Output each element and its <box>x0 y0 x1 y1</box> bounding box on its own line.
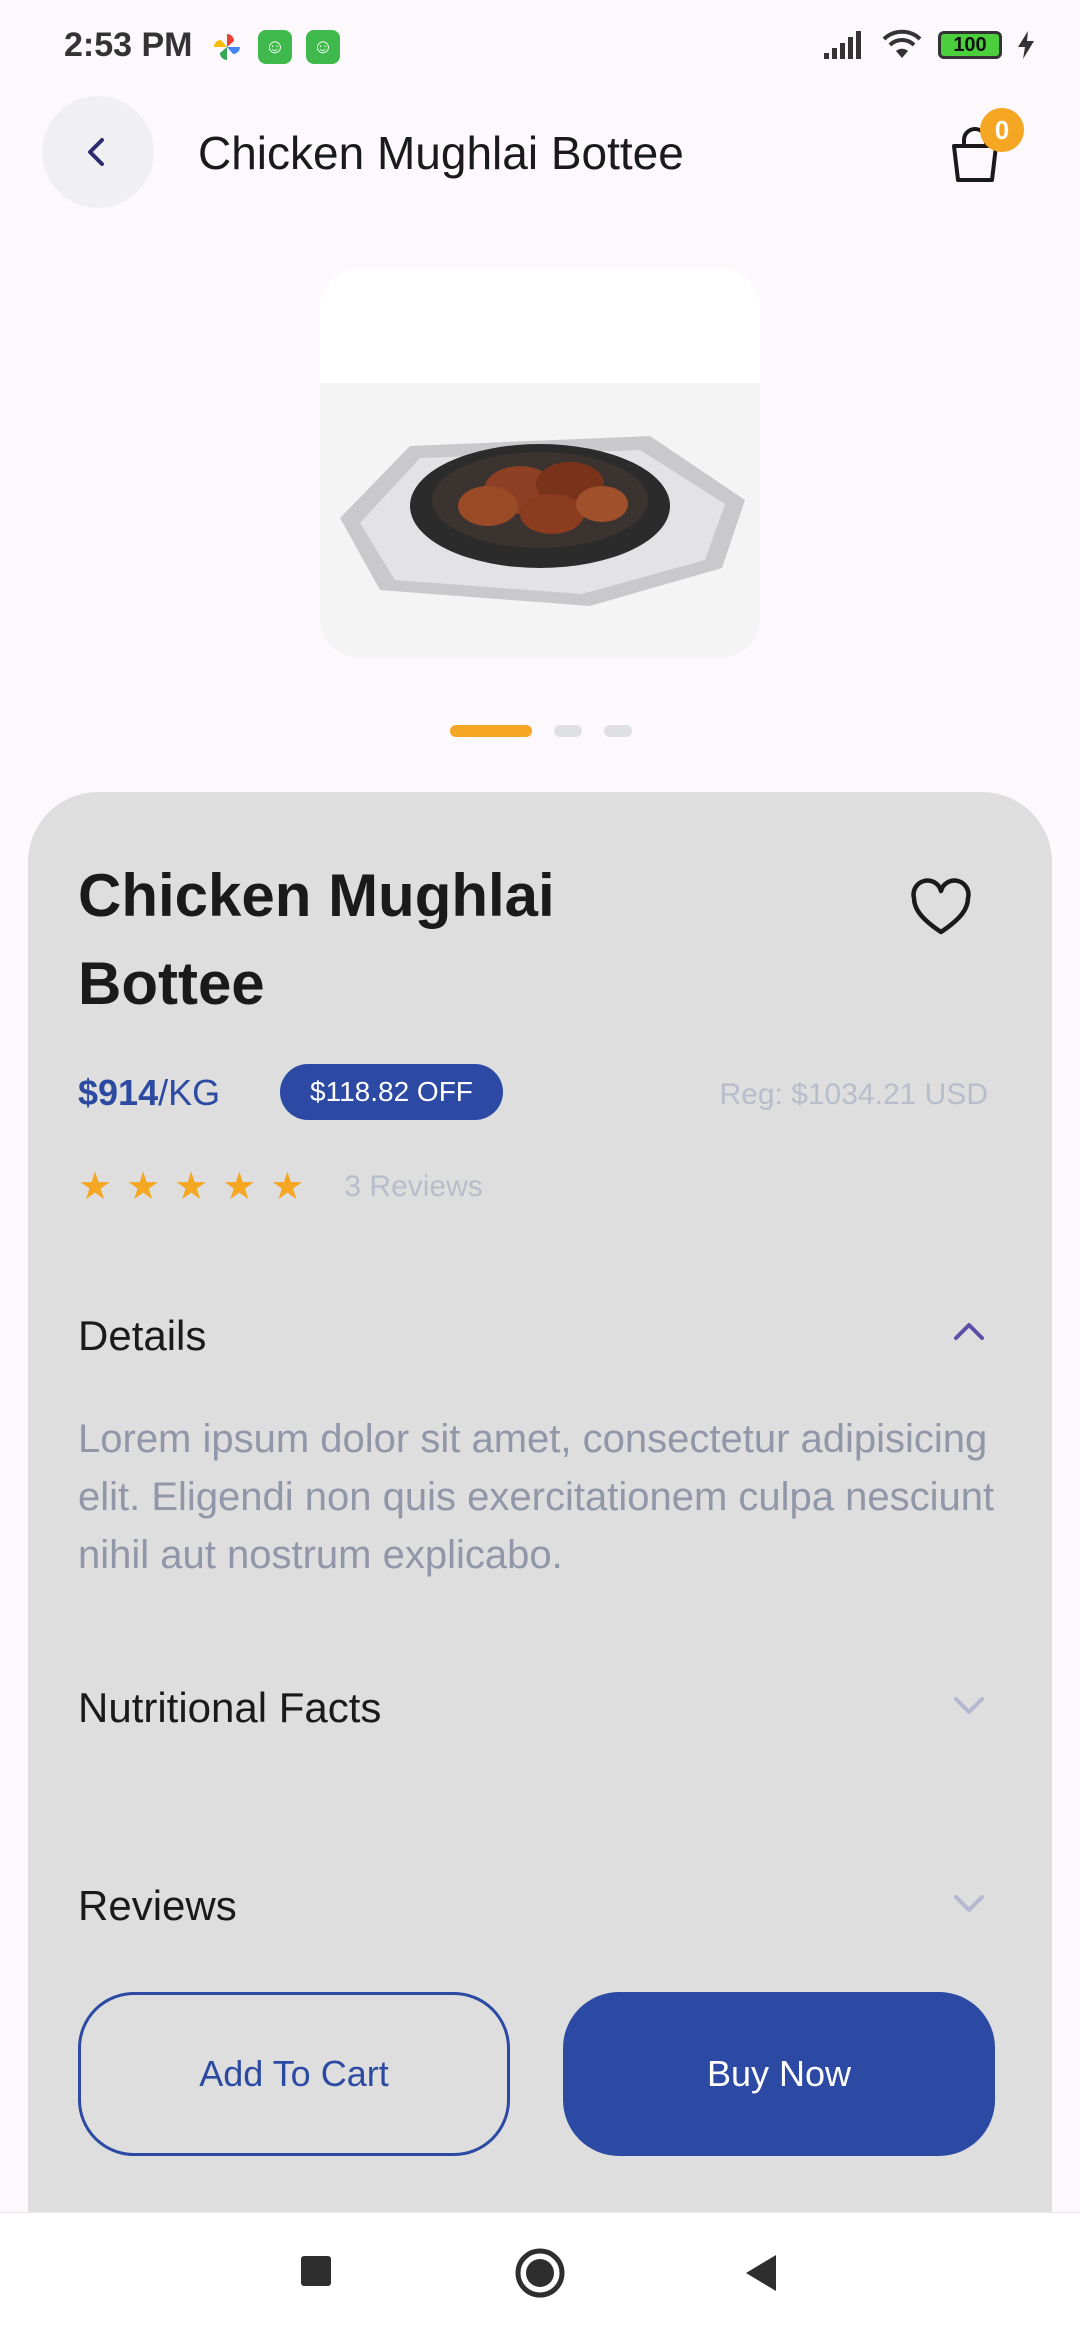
product-details-panel: Chicken Mughlai Bottee $914/KG $118.82 O… <box>28 792 1052 2212</box>
app-notification-icon: ☺ <box>258 30 292 64</box>
product-image[interactable] <box>320 268 760 658</box>
back-button[interactable] <box>42 96 154 208</box>
price: $914/KG <box>78 1072 220 1114</box>
add-to-cart-button[interactable]: Add To Cart <box>78 1992 510 2156</box>
product-photo <box>320 268 760 658</box>
status-time: 2:53 PM <box>64 26 193 64</box>
recents-icon[interactable] <box>298 2253 334 2289</box>
battery-icon: 100 <box>938 31 1002 59</box>
back-nav-icon[interactable] <box>742 2253 780 2293</box>
details-header[interactable]: Details <box>78 1312 206 1360</box>
star-icon: ★ <box>222 1166 257 1208</box>
product-name: Chicken Mughlai Bottee <box>78 862 555 1017</box>
battery-level: 100 <box>953 33 987 56</box>
reviews-count[interactable]: 3 Reviews <box>344 1170 482 1204</box>
system-icons: 100 <box>822 28 1036 62</box>
heart-icon[interactable] <box>908 876 974 942</box>
image-carousel-indicator <box>450 725 632 737</box>
chevron-up-icon[interactable] <box>948 1310 990 1352</box>
chevron-down-icon[interactable] <box>948 1684 990 1726</box>
app-header: Chicken Mughlai Bottee 0 <box>0 96 1080 216</box>
carousel-dot[interactable] <box>604 725 632 737</box>
chevron-left-icon <box>88 138 104 166</box>
price-unit: /KG <box>158 1072 221 1113</box>
reviews-header[interactable]: Reviews <box>78 1882 237 1930</box>
price-row: $914/KG $118.82 OFF Reg: $1034.21 USD <box>78 1064 1038 1120</box>
notification-icons: ☺ ☺ <box>210 30 340 64</box>
regular-price: Reg: $1034.21 USD <box>719 1078 988 1111</box>
price-amount: $914 <box>78 1072 159 1113</box>
app-notification-icon: ☺ <box>306 30 340 64</box>
star-icon: ★ <box>174 1166 209 1208</box>
chevron-down-icon[interactable] <box>948 1882 990 1924</box>
rating-row: ★ ★ ★ ★ ★ 3 Reviews <box>78 1164 483 1209</box>
page-title: Chicken Mughlai Bottee <box>198 127 684 179</box>
discount-badge: $118.82 OFF <box>280 1064 503 1120</box>
home-icon[interactable] <box>514 2247 566 2299</box>
buy-now-button[interactable]: Buy Now <box>563 1992 995 2156</box>
carousel-dot[interactable] <box>554 725 582 737</box>
details-text: Lorem ipsum dolor sit amet, consectetur … <box>78 1417 995 1577</box>
system-nav-bar <box>0 2212 1080 2341</box>
star-icon: ★ <box>270 1166 305 1208</box>
charging-icon <box>1018 31 1034 59</box>
wifi-icon <box>882 29 922 58</box>
pinwheel-icon <box>214 34 240 60</box>
cart-count-badge: 0 <box>980 108 1024 152</box>
carousel-dot-active[interactable] <box>450 725 532 737</box>
signal-icon <box>824 31 861 59</box>
star-icon: ★ <box>126 1166 161 1208</box>
status-bar: 2:53 PM ☺ ☺ 100 <box>0 0 1080 96</box>
nutritional-facts-header[interactable]: Nutritional Facts <box>78 1684 381 1732</box>
star-icon: ★ <box>78 1166 113 1208</box>
